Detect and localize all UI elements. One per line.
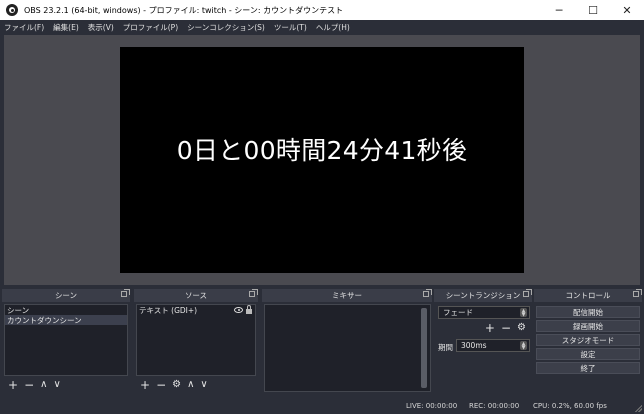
studio-mode-button[interactable]: スタジオモード [536,334,640,346]
dock-float-icon[interactable] [121,289,130,297]
window-title: OBS 23.2.1 (64-bit, windows) - プロファイル: t… [24,5,344,15]
add-source-button[interactable]: + [140,379,150,391]
scene-item[interactable]: シーン [5,305,127,315]
obs-logo-icon [6,4,18,16]
visibility-eye-icon[interactable] [234,307,243,313]
source-item[interactable]: テキスト (GDI+) [137,305,255,315]
duration-stepper[interactable]: 300ms ▲ ▼ [456,339,530,352]
source-item-label: テキスト (GDI+) [139,305,198,315]
sources-toolbar: + − ⚙ ∧ ∨ [140,379,214,391]
start-recording-button[interactable]: 録画開始 [536,320,640,332]
move-scene-up-button[interactable]: ∧ [40,379,47,391]
menu-help[interactable]: ヘルプ(H) [316,22,350,33]
remove-transition-button[interactable]: − [501,322,511,334]
stepper-spin-icon[interactable]: ▲ ▼ [520,341,527,350]
resize-grip-icon[interactable] [634,404,642,412]
start-streaming-button[interactable]: 配信開始 [536,306,640,318]
countdown-text: 0日と00時間24分41秒後 [176,136,468,165]
sources-dock: ソース テキスト (GDI+) + − ⚙ ∧ ∨ [134,289,258,395]
title-bar: OBS 23.2.1 (64-bit, windows) - プロファイル: t… [0,0,644,20]
menu-bar: ファイル(F) 編集(E) 表示(V) プロファイル(P) シーンコレクション(… [0,20,644,34]
maximize-button[interactable]: ☐ [576,0,610,20]
menu-scene-collection[interactable]: シーンコレクション(S) [187,22,265,33]
mixer-scrollbar[interactable] [421,308,427,388]
live-status: LIVE: 00:00:00 [406,402,458,410]
move-scene-down-button[interactable]: ∨ [53,379,60,391]
transitions-title-label: シーントランジション [445,291,521,300]
scenes-dock: シーン シーン カウントダウンシーン + − ∧ ∨ [2,289,130,395]
mixer-title-label: ミキサー [332,291,362,300]
controls-dock-title: コントロール [534,289,642,302]
preview-canvas[interactable]: 0日と00時間24分41秒後 [120,47,524,273]
source-properties-gear-icon[interactable]: ⚙ [172,379,181,391]
select-spin-icon: ▲ ▼ [520,307,527,318]
scene-item-selected[interactable]: カウントダウンシーン [5,315,127,325]
dock-float-icon[interactable] [523,289,532,297]
duration-label: 期間 [438,343,453,352]
add-transition-button[interactable]: + [485,322,495,334]
menu-edit[interactable]: 編集(E) [53,22,79,33]
dock-float-icon[interactable] [423,289,432,297]
scenes-toolbar: + − ∧ ∨ [8,379,67,391]
sources-dock-title: ソース [134,289,258,302]
mixer-dock-title: ミキサー [262,289,432,302]
mixer-panel [264,304,431,392]
move-source-up-button[interactable]: ∧ [187,379,194,391]
controls-dock: コントロール 配信開始 録画開始 スタジオモード 設定 終了 [534,289,642,395]
controls-title-label: コントロール [565,291,611,300]
source-item-icons [234,305,252,314]
mixer-dock: ミキサー [262,289,432,395]
remove-source-button[interactable]: − [156,379,166,391]
scenes-list[interactable]: シーン カウントダウンシーン [4,304,128,376]
lock-icon[interactable] [246,305,252,314]
dock-float-icon[interactable] [249,289,258,297]
settings-button[interactable]: 設定 [536,348,640,360]
rec-status: REC: 00:00:00 [469,402,520,410]
transitions-dock-title: シーントランジション [434,289,532,302]
menu-profile[interactable]: プロファイル(P) [123,22,178,33]
sources-title-label: ソース [184,291,208,300]
scenes-dock-title: シーン [2,289,130,302]
minimize-button[interactable]: ─ [542,0,576,20]
close-button[interactable]: ✕ [610,0,644,20]
window-controls: ─ ☐ ✕ [542,0,644,20]
dock-float-icon[interactable] [633,289,642,297]
remove-scene-button[interactable]: − [24,379,34,391]
transitions-dock: シーントランジション フェード ▲ ▼ + − ⚙ 期間 300ms ▲ ▼ [434,289,532,395]
cpu-status: CPU: 0.2%, 60.00 fps [533,402,607,410]
scenes-title-label: シーン [54,291,78,300]
preview-area[interactable]: 0日と00時間24分41秒後 [4,35,640,285]
sources-list[interactable]: テキスト (GDI+) [136,304,256,376]
add-scene-button[interactable]: + [8,379,18,391]
menu-tools[interactable]: ツール(T) [274,22,307,33]
duration-value: 300ms [461,341,487,350]
menu-view[interactable]: 表示(V) [88,22,114,33]
transition-select-value: フェード [443,308,473,317]
exit-button[interactable]: 終了 [536,362,640,374]
move-source-down-button[interactable]: ∨ [200,379,207,391]
transition-select[interactable]: フェード ▲ ▼ [438,306,530,319]
transition-properties-gear-icon[interactable]: ⚙ [517,322,526,334]
menu-file[interactable]: ファイル(F) [4,22,44,33]
transitions-toolbar: + − ⚙ [485,322,526,334]
status-bar: LIVE: 00:00:00 REC: 00:00:00 CPU: 0.2%, … [0,398,644,414]
